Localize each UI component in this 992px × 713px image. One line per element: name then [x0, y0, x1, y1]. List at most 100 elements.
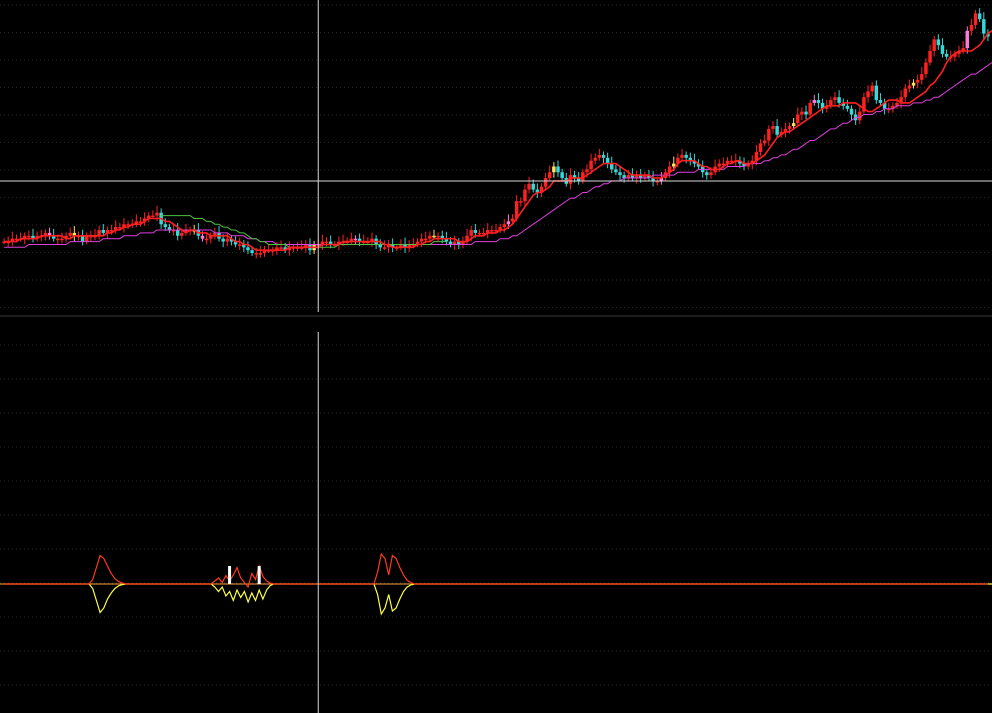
candle-body[interactable] [920, 74, 924, 80]
candle-body[interactable] [502, 224, 507, 228]
candle-body[interactable] [915, 79, 920, 83]
candle-body[interactable] [510, 218, 515, 222]
candle-body[interactable] [250, 250, 254, 254]
candle-body[interactable] [353, 238, 358, 241]
candle-body[interactable] [175, 230, 180, 236]
candle-body[interactable] [903, 88, 907, 98]
candle-body[interactable] [68, 232, 72, 236]
candle-body[interactable] [849, 108, 854, 115]
candle-body[interactable] [225, 238, 230, 242]
candle-body[interactable] [907, 85, 912, 89]
candle-body[interactable] [279, 247, 283, 249]
candle-body[interactable] [258, 253, 263, 255]
candle-body[interactable] [605, 157, 610, 164]
candle-body[interactable] [552, 166, 556, 173]
candle-body[interactable] [944, 53, 949, 57]
candle-body[interactable] [419, 238, 424, 242]
candle-body[interactable] [180, 232, 184, 236]
candle-body[interactable] [969, 24, 974, 31]
candle-body[interactable] [762, 140, 767, 144]
candle-body[interactable] [506, 221, 511, 225]
candle-body[interactable] [101, 230, 106, 233]
signal-marker[interactable] [257, 566, 261, 584]
candle-body[interactable] [200, 235, 205, 239]
candle-body[interactable] [589, 160, 593, 170]
candle-body[interactable] [151, 215, 155, 218]
candle-body[interactable] [874, 85, 879, 101]
candle-body[interactable] [775, 126, 779, 135]
chart-canvas[interactable] [0, 0, 992, 713]
candle-body[interactable] [940, 45, 945, 54]
candle-body[interactable] [523, 189, 527, 202]
candle-body[interactable] [324, 241, 329, 244]
candle-body[interactable] [771, 126, 775, 129]
candle-body[interactable] [672, 163, 676, 167]
candle-body[interactable] [601, 154, 606, 158]
candle-body[interactable] [680, 154, 684, 158]
candle-body[interactable] [866, 91, 870, 98]
candle-body[interactable] [982, 19, 986, 34]
candle-body[interactable] [610, 163, 614, 170]
candle-body[interactable] [548, 172, 552, 179]
candle-body[interactable] [816, 100, 821, 103]
candle-body[interactable] [858, 111, 862, 121]
candle-body[interactable] [163, 224, 168, 228]
candle-body[interactable] [585, 169, 589, 173]
candle-body[interactable] [973, 13, 978, 25]
candle-body[interactable] [436, 235, 440, 238]
candle-body[interactable] [27, 235, 31, 238]
candle-body[interactable] [758, 143, 763, 153]
candle-body[interactable] [911, 82, 916, 86]
oscillator-panel[interactable] [0, 552, 992, 616]
candle-body[interactable] [560, 172, 564, 179]
candle-body[interactable] [56, 238, 60, 241]
candle-body[interactable] [237, 244, 242, 246]
candle-body[interactable] [878, 100, 883, 103]
candle-body[interactable] [85, 235, 89, 242]
candle-body[interactable] [709, 172, 713, 176]
candle-body[interactable] [593, 157, 597, 161]
candle-body[interactable] [531, 183, 535, 190]
candle-body[interactable] [618, 172, 622, 176]
candle-body[interactable] [60, 238, 64, 241]
candle-body[interactable] [684, 154, 688, 158]
candle-body[interactable] [597, 154, 602, 158]
candle-body[interactable] [837, 97, 841, 103]
candle-body[interactable] [829, 100, 833, 106]
candle-body[interactable] [221, 238, 225, 242]
candle-body[interactable] [423, 238, 428, 241]
candle-body[interactable] [965, 30, 969, 49]
candle-body[interactable] [932, 39, 936, 51]
candle-body[interactable] [614, 169, 618, 173]
candle-body[interactable] [556, 166, 560, 173]
candle-body[interactable] [717, 163, 721, 167]
candle-body[interactable] [519, 201, 523, 203]
candle-body[interactable] [97, 230, 101, 236]
candle-body[interactable] [254, 253, 258, 255]
candle-body[interactable] [936, 39, 941, 46]
candle-body[interactable] [928, 50, 932, 63]
signal-marker[interactable] [228, 566, 232, 584]
candle-body[interactable] [787, 126, 792, 129]
candle-body[interactable] [246, 247, 250, 251]
candle-body[interactable] [490, 230, 494, 232]
candle-body[interactable] [543, 178, 548, 187]
candle-body[interactable] [833, 97, 837, 101]
candle-body[interactable] [204, 238, 209, 241]
candle-body[interactable] [977, 13, 982, 20]
candle-body[interactable] [924, 62, 928, 75]
candle-body[interactable] [469, 230, 473, 236]
candle-body[interactable] [791, 123, 796, 127]
candle-body[interactable] [527, 183, 531, 190]
candle-body[interactable] [80, 235, 85, 242]
candle-body[interactable] [845, 105, 850, 109]
candle-body[interactable] [870, 85, 874, 92]
candle-body[interactable] [473, 230, 478, 233]
candle-body[interactable] [812, 100, 817, 103]
candle-body[interactable] [705, 172, 709, 176]
candle-body[interactable] [800, 111, 804, 115]
candle-body[interactable] [796, 114, 800, 124]
candle-body[interactable] [767, 128, 771, 141]
candle-body[interactable] [808, 102, 812, 115]
candle-body[interactable] [155, 212, 159, 216]
